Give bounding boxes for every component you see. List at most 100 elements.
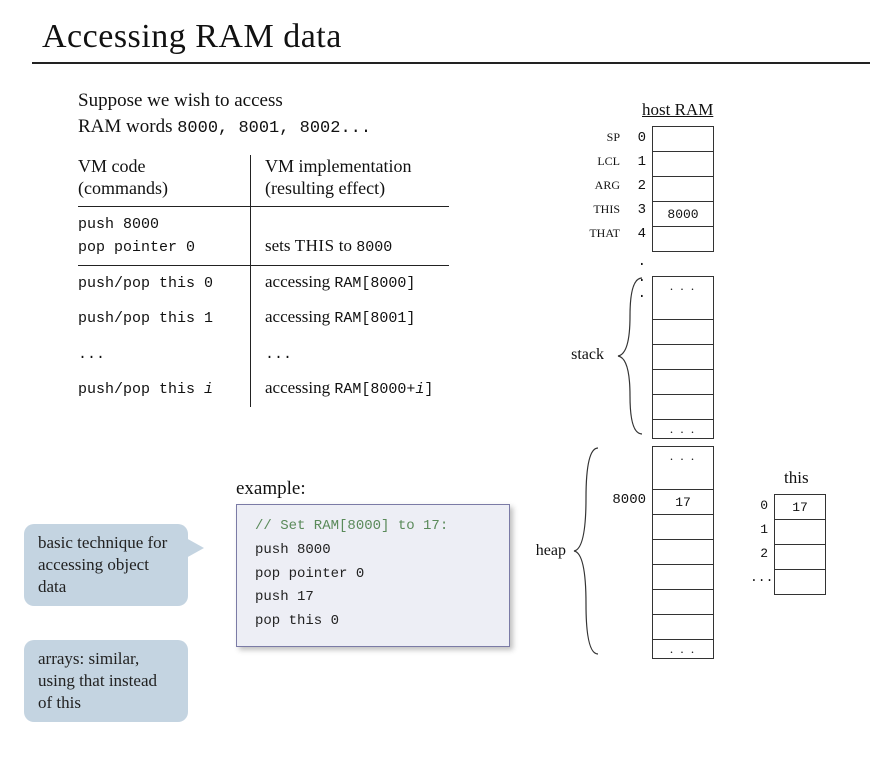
r1-right-to: to	[335, 236, 357, 255]
header-left-l1: VM code	[78, 156, 145, 176]
this-idx-dots: ...	[750, 570, 768, 585]
stack-cell-c	[652, 345, 714, 370]
heap-cell-b	[652, 515, 714, 540]
r2-left: push/pop this 0	[78, 266, 251, 302]
r1-right-prefix: sets	[265, 236, 295, 255]
title-suffix: data	[274, 18, 342, 55]
r1-l2: pop pointer 0	[78, 239, 195, 256]
this-cells: 17	[774, 494, 826, 595]
r5-right-open: RAM[8000+	[334, 381, 415, 398]
r3-right-prefix: accessing	[265, 307, 334, 326]
r1-right: sets THIS to 8000	[251, 206, 450, 266]
intro-line1: Suppose we wish to access	[78, 90, 283, 111]
r4-left: ...	[78, 337, 251, 372]
code-l1: push 8000	[255, 539, 495, 563]
ram-cell-1	[652, 152, 714, 177]
stack-dots-top: . . .	[652, 276, 714, 295]
title-ram: RAM	[195, 18, 274, 55]
header-left-l2: (commands)	[78, 178, 168, 198]
heap-cells: . . . 17 . . .	[652, 446, 714, 659]
this-cell-2	[774, 545, 826, 570]
ram-cells-top: 8000	[652, 126, 714, 252]
stack-dots-bottom: . . .	[652, 420, 714, 439]
seg-this: THIS	[584, 202, 620, 217]
seg-that: THAT	[584, 226, 620, 241]
this-idx-2: 2	[750, 546, 768, 561]
stack-cell-e	[652, 395, 714, 420]
header-right-l1: VM implementation	[265, 156, 411, 176]
addr-8000: 8000	[606, 492, 646, 508]
r5-left-prefix: push/pop this	[78, 381, 204, 398]
slide-page: Accessing RAM data Suppose we wish to ac…	[0, 0, 874, 776]
code-l2: pop pointer 0	[255, 563, 495, 587]
stack-brace-icon	[612, 276, 650, 436]
r5-right: accessing RAM[8000+i]	[251, 372, 450, 407]
heap-dots-bottom: . . .	[652, 640, 714, 659]
vm-table-header: VM code (commands) VM implementation (re…	[78, 155, 449, 207]
table-row-3: push/pop this 1 accessing RAM[8001]	[78, 301, 449, 336]
title-prefix: Accessing	[42, 18, 195, 55]
this-cell-3	[774, 570, 826, 595]
r1-l1: push 8000	[78, 216, 159, 233]
code-l3: push 17	[255, 586, 495, 610]
r4-right: ...	[251, 337, 450, 372]
code-l4: pop this 0	[255, 610, 495, 634]
r1-right-this: THIS	[295, 236, 335, 255]
heap-cell-8000: 17	[652, 490, 714, 515]
ram-cell-0	[652, 126, 714, 152]
intro-line2-nums: 8000, 8001, 8002...	[177, 119, 371, 138]
stack-label: stack	[558, 346, 604, 364]
seg-sp: SP	[584, 130, 620, 145]
this-idx-1: 1	[750, 522, 768, 537]
heap-cell-c	[652, 540, 714, 565]
r3-right: accessing RAM[8001]	[251, 301, 450, 336]
table-row-1: push 8000 pop pointer 0 sets THIS to 800…	[78, 206, 449, 266]
table-row-4: ... ...	[78, 337, 449, 372]
header-left: VM code (commands)	[78, 155, 251, 207]
example-code-box: // Set RAM[8000] to 17: push 8000 pop po…	[236, 504, 510, 647]
r1-right-val: 8000	[356, 239, 392, 256]
this-idx-0: 0	[750, 498, 768, 513]
heap-cell-d	[652, 565, 714, 590]
heap-cell-f	[652, 615, 714, 640]
r5-left: push/pop this i	[78, 372, 251, 407]
idx-4: 4	[626, 226, 646, 242]
idx-1: 1	[626, 154, 646, 170]
seg-arg: ARG	[584, 178, 620, 193]
idx-0: 0	[626, 130, 646, 146]
heap-cell-a	[652, 465, 714, 490]
stack-cell-b	[652, 320, 714, 345]
stack-cell-a	[652, 295, 714, 320]
stack-cells: . . . . . .	[652, 276, 714, 439]
seg-lcl: LCL	[584, 154, 620, 169]
heap-dots-top: . . .	[652, 446, 714, 465]
vm-table: VM code (commands) VM implementation (re…	[78, 155, 449, 408]
r5-right-close: ]	[424, 381, 433, 398]
idx-3: 3	[626, 202, 646, 218]
header-right: VM implementation (resulting effect)	[251, 155, 450, 207]
r1-left: push 8000 pop pointer 0	[78, 206, 251, 266]
heap-cell-e	[652, 590, 714, 615]
heap-brace-icon	[568, 446, 606, 656]
idx-2: 2	[626, 178, 646, 194]
r2-right-prefix: accessing	[265, 272, 334, 291]
r3-left: push/pop this 1	[78, 301, 251, 336]
this-cell-1	[774, 520, 826, 545]
table-row-5: push/pop this i accessing RAM[8000+i]	[78, 372, 449, 407]
heap-label: heap	[520, 542, 566, 560]
ram-cell-2	[652, 177, 714, 202]
this-title: this	[784, 468, 809, 488]
example-label: example:	[236, 478, 306, 500]
intro-text: Suppose we wish to access RAM words 8000…	[78, 88, 842, 141]
ram-cell-4	[652, 227, 714, 252]
r5-left-i: i	[204, 381, 213, 398]
r2-right: accessing RAM[8000]	[251, 266, 450, 302]
code-comment: // Set RAM[8000] to 17:	[255, 515, 495, 539]
callout-object-data: basic technique for accessing object dat…	[24, 524, 188, 606]
intro-line2-prefix: RAM words	[78, 116, 177, 137]
r2-right-mono: RAM[8000]	[334, 275, 415, 292]
r5-right-prefix: accessing	[265, 378, 334, 397]
stack-cell-d	[652, 370, 714, 395]
table-row-2: push/pop this 0 accessing RAM[8000]	[78, 266, 449, 302]
this-cell-0: 17	[774, 494, 826, 520]
